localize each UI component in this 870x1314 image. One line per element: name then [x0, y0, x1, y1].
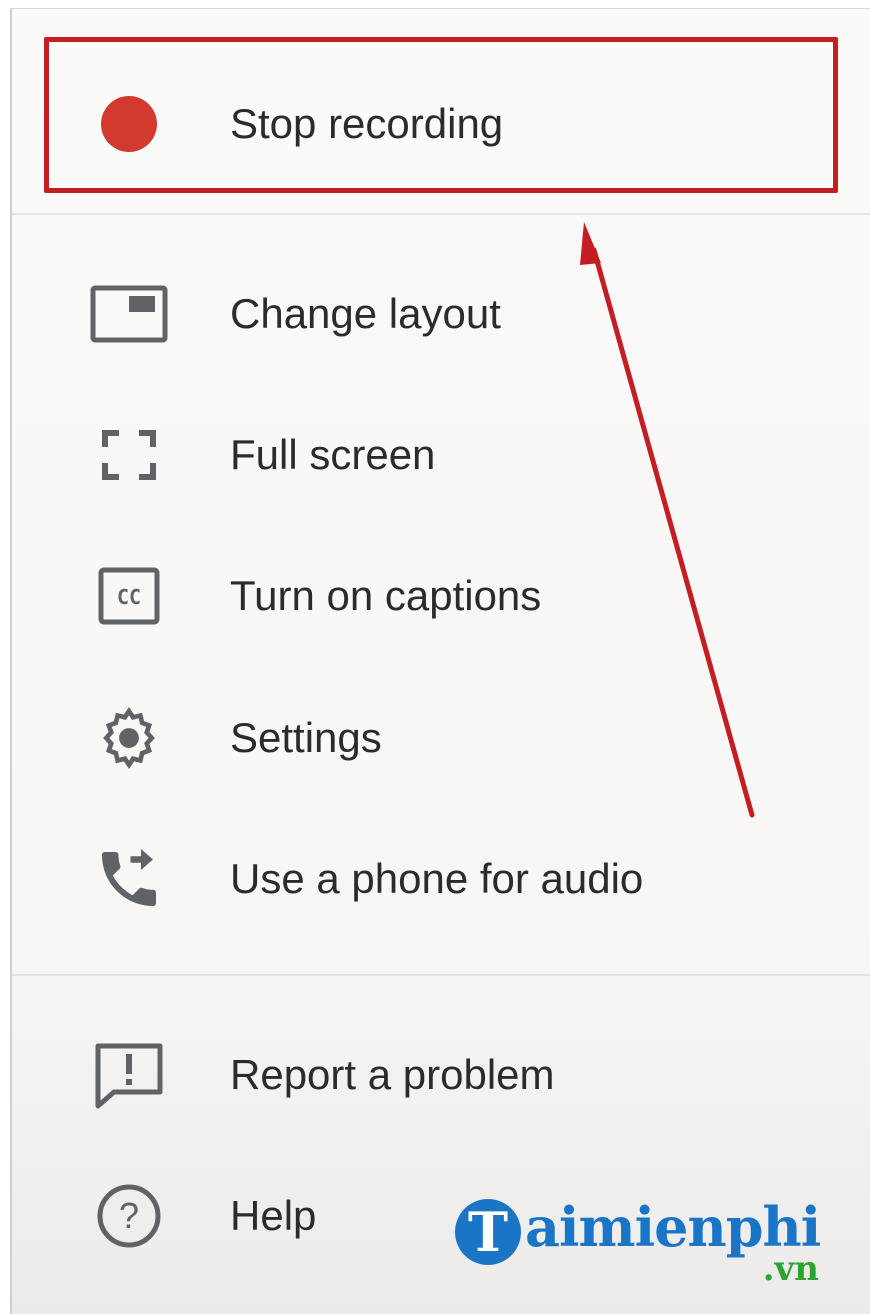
logo-suffix: .vn — [762, 1249, 819, 1289]
logo-initial: T — [455, 1199, 521, 1265]
watermark-logo: T aimienphi .vn — [455, 1195, 825, 1290]
annotation-arrow — [580, 222, 755, 818]
